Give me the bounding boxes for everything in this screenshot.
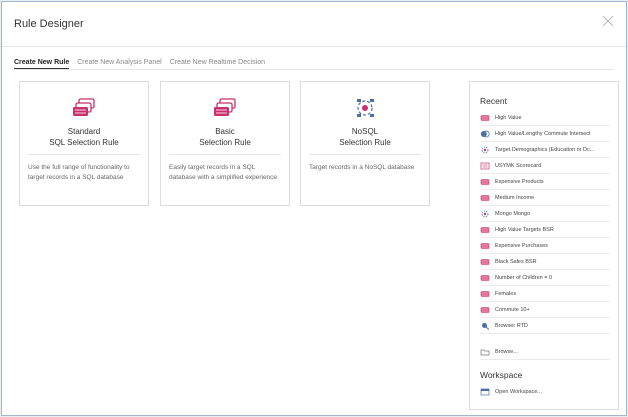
card-standard-sql-selection-rule[interactable]: Standard SQL Selection Rule Use the full… xyxy=(19,81,149,206)
browse-label: Browse... xyxy=(495,348,518,355)
card-title-line2: Selection Rule xyxy=(199,138,251,147)
workspace-icon xyxy=(480,388,490,396)
rule-icon xyxy=(480,114,490,122)
card-title-line2: Selection Rule xyxy=(339,138,391,147)
stacked-cards-icon xyxy=(212,97,238,119)
open-workspace-label: Open Workspace... xyxy=(495,389,542,395)
rule-designer-dialog: Rule Designer Create New Rule Create New… xyxy=(1,1,627,416)
recent-item-label: Medium Income xyxy=(495,194,535,201)
recent-item-label: USYMK Scorecard xyxy=(495,162,542,169)
recent-item-label: Browser RTD xyxy=(495,322,528,329)
recent-heading: Recent xyxy=(480,96,507,106)
header-divider xyxy=(2,46,626,47)
card-divider xyxy=(309,154,421,155)
recent-item[interactable]: Commute 10+ xyxy=(480,302,610,318)
dialog-title: Rule Designer xyxy=(14,18,84,30)
open-workspace-item[interactable]: Open Workspace... xyxy=(480,384,610,400)
card-title: NoSQL Selection Rule xyxy=(301,126,429,148)
recent-item[interactable]: High Value/Lengthy Commute Intersect xyxy=(480,126,610,142)
recent-item-label: High Value/Lengthy Commute Intersect xyxy=(495,130,591,137)
recent-item[interactable]: Expensive Purchases xyxy=(480,238,610,254)
folder-icon xyxy=(480,348,490,356)
rule-icon xyxy=(480,306,490,314)
recent-item[interactable]: Females xyxy=(480,286,610,302)
recent-item[interactable]: High Value Targets BSR xyxy=(480,222,610,238)
rule-icon xyxy=(480,226,490,234)
recent-item-label: Expensive Purchases xyxy=(495,242,548,249)
card-title-line1: NoSQL xyxy=(351,127,379,136)
card-title: Standard SQL Selection Rule xyxy=(20,126,148,148)
recent-item-label: Black Sales BSR xyxy=(495,258,537,265)
card-divider xyxy=(169,154,281,155)
stacked-cards-icon xyxy=(71,97,97,119)
nosql-icon xyxy=(480,210,490,218)
intersect-icon xyxy=(480,130,490,138)
tab-divider xyxy=(14,69,614,70)
nosql-icon xyxy=(480,146,490,154)
recent-item-label: Commute 10+ xyxy=(495,306,530,313)
browse-item[interactable]: Browse... xyxy=(480,344,610,360)
rule-icon xyxy=(480,194,490,202)
recent-item[interactable]: Expensive Products xyxy=(480,174,610,190)
recent-item[interactable]: Medium Income xyxy=(480,190,610,206)
recent-item-label: Mongo Mongo xyxy=(495,210,531,217)
recent-item-label: Expensive Products xyxy=(495,178,544,185)
card-description: Easily target records in a SQL database … xyxy=(169,164,278,181)
card-basic-selection-rule[interactable]: Basic Selection Rule Easily target recor… xyxy=(160,81,290,206)
recent-item[interactable]: Mongo Mongo xyxy=(480,206,610,222)
recent-panel: Recent High Value High Value/Lengthy Com… xyxy=(469,81,619,410)
rule-icon xyxy=(480,178,490,186)
recent-item[interactable]: Black Sales BSR xyxy=(480,254,610,270)
realtime-icon xyxy=(480,322,490,330)
recent-item-label: Target Demographics (Education or Dc... xyxy=(495,146,595,153)
card-description: Use the full range of functionality to t… xyxy=(28,164,130,181)
workspace-heading: Workspace xyxy=(480,370,523,380)
card-title-line1: Standard xyxy=(67,127,101,136)
scorecard-icon xyxy=(480,162,490,170)
recent-item-label: High Value Targets BSR xyxy=(495,226,554,233)
recent-item[interactable]: Number of Children = 0 xyxy=(480,270,610,286)
card-title-line2: SQL Selection Rule xyxy=(49,138,119,147)
recent-item[interactable]: Browser RTD xyxy=(480,318,610,334)
recent-item-label: High Value xyxy=(495,114,522,121)
recent-item-label: Number of Children = 0 xyxy=(495,274,553,281)
rule-icon xyxy=(480,274,490,282)
close-icon[interactable] xyxy=(602,15,614,27)
recent-item[interactable]: Target Demographics (Education or Dc... xyxy=(480,142,610,158)
card-description: Target records in a NoSQL database xyxy=(309,164,415,171)
rule-icon xyxy=(480,242,490,250)
rule-icon xyxy=(480,290,490,298)
rule-icon xyxy=(480,258,490,266)
card-nosql-selection-rule[interactable]: NoSQL Selection Rule Target records in a… xyxy=(300,81,430,206)
nosql-cycle-icon xyxy=(352,97,378,119)
card-title-line1: Basic xyxy=(215,127,235,136)
card-divider xyxy=(28,154,140,155)
recent-item-label: Females xyxy=(495,290,517,297)
card-title: Basic Selection Rule xyxy=(161,126,289,148)
recent-item[interactable]: USYMK Scorecard xyxy=(480,158,610,174)
recent-item[interactable]: High Value xyxy=(480,110,610,126)
